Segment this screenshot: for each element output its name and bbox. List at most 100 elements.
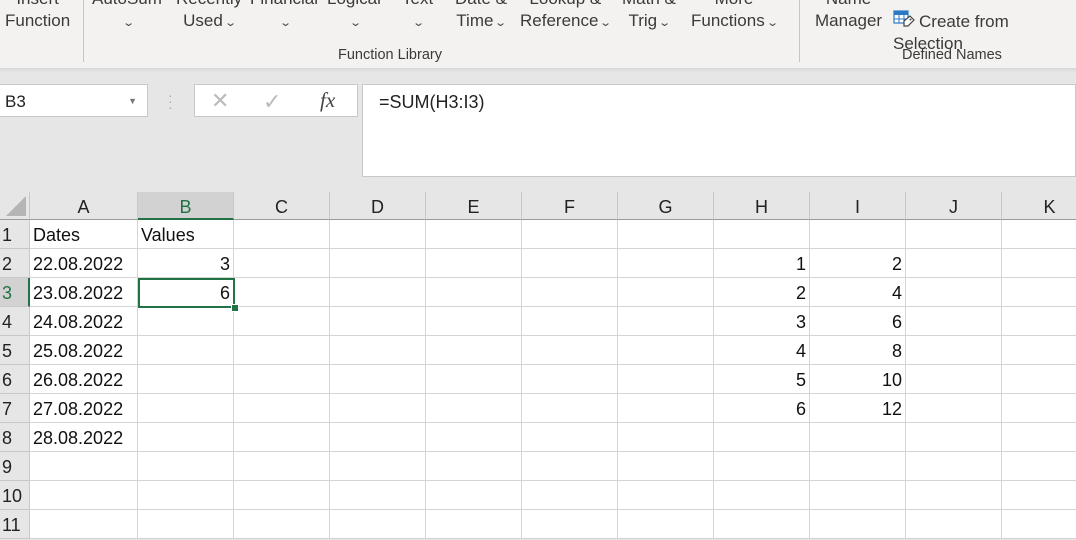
cell-j1[interactable] [906, 220, 1002, 249]
column-header-d[interactable]: D [330, 192, 426, 220]
cell-a7[interactable]: 27.08.2022 [30, 394, 138, 423]
cell-g3[interactable] [618, 278, 714, 307]
column-header-c[interactable]: C [234, 192, 330, 220]
cell-f10[interactable] [522, 481, 618, 510]
cell-f4[interactable] [522, 307, 618, 336]
cell-c9[interactable] [234, 452, 330, 481]
cell-j4[interactable] [906, 307, 1002, 336]
date-time-button[interactable]: Date & Time⌄ [455, 0, 508, 34]
cell-k6[interactable] [1002, 365, 1076, 394]
column-header-i[interactable]: I [810, 192, 906, 220]
cell-a2[interactable]: 22.08.2022 [30, 249, 138, 278]
cell-b1[interactable]: Values [138, 220, 234, 249]
cell-i4[interactable]: 6 [810, 307, 906, 336]
row-header-5[interactable]: 5 [0, 336, 30, 365]
cell-h1[interactable] [714, 220, 810, 249]
cell-j6[interactable] [906, 365, 1002, 394]
cell-c11[interactable] [234, 510, 330, 539]
row-header-7[interactable]: 7 [0, 394, 30, 423]
cell-i1[interactable] [810, 220, 906, 249]
cell-g8[interactable] [618, 423, 714, 452]
lookup-reference-button[interactable]: Lookup & Reference⌄ [520, 0, 613, 34]
formula-input[interactable]: =SUM(H3:I3) [362, 84, 1076, 177]
cell-i9[interactable] [810, 452, 906, 481]
cell-d9[interactable] [330, 452, 426, 481]
cell-i6[interactable]: 10 [810, 365, 906, 394]
cell-d10[interactable] [330, 481, 426, 510]
cell-h7[interactable]: 6 [714, 394, 810, 423]
name-box[interactable]: B3 ▼ [0, 84, 148, 117]
cell-g10[interactable] [618, 481, 714, 510]
cell-h10[interactable] [714, 481, 810, 510]
cell-d3[interactable] [330, 278, 426, 307]
cell-k9[interactable] [1002, 452, 1076, 481]
cell-j9[interactable] [906, 452, 1002, 481]
insert-function-button[interactable]: Insert Function [5, 0, 70, 32]
formula-bar-grip-icon[interactable]: · · · [168, 88, 173, 114]
cell-f8[interactable] [522, 423, 618, 452]
cell-k4[interactable] [1002, 307, 1076, 336]
cell-i7[interactable]: 12 [810, 394, 906, 423]
select-all-button[interactable] [0, 192, 30, 220]
cell-f11[interactable] [522, 510, 618, 539]
cell-i3[interactable]: 4 [810, 278, 906, 307]
cell-b4[interactable] [138, 307, 234, 336]
cell-e8[interactable] [426, 423, 522, 452]
cancel-icon[interactable]: ✕ [211, 88, 229, 114]
more-functions-button[interactable]: More Functions⌄ [691, 0, 779, 34]
cell-k1[interactable] [1002, 220, 1076, 249]
cell-e9[interactable] [426, 452, 522, 481]
cell-f1[interactable] [522, 220, 618, 249]
cell-e4[interactable] [426, 307, 522, 336]
cell-a11[interactable] [30, 510, 138, 539]
logical-button[interactable]: Logical ⌄ [327, 0, 381, 34]
cell-c5[interactable] [234, 336, 330, 365]
cell-c4[interactable] [234, 307, 330, 336]
enter-icon[interactable]: ✓ [263, 89, 281, 115]
text-button[interactable]: Text ⌄ [402, 0, 433, 34]
cell-j5[interactable] [906, 336, 1002, 365]
cell-a9[interactable] [30, 452, 138, 481]
cell-a4[interactable]: 24.08.2022 [30, 307, 138, 336]
cell-h9[interactable] [714, 452, 810, 481]
name-box-dropdown-icon[interactable]: ▼ [128, 96, 137, 106]
cell-g2[interactable] [618, 249, 714, 278]
column-header-a[interactable]: A [30, 192, 138, 220]
cell-a3[interactable]: 23.08.2022 [30, 278, 138, 307]
cell-b7[interactable] [138, 394, 234, 423]
cell-d7[interactable] [330, 394, 426, 423]
cell-g4[interactable] [618, 307, 714, 336]
name-manager-button[interactable]: Name Manager [815, 0, 882, 32]
cell-b2[interactable]: 3 [138, 249, 234, 278]
cell-a6[interactable]: 26.08.2022 [30, 365, 138, 394]
cell-g9[interactable] [618, 452, 714, 481]
cell-a10[interactable] [30, 481, 138, 510]
cell-d6[interactable] [330, 365, 426, 394]
column-header-k[interactable]: K [1002, 192, 1076, 220]
cell-h2[interactable]: 1 [714, 249, 810, 278]
cell-i10[interactable] [810, 481, 906, 510]
row-header-4[interactable]: 4 [0, 307, 30, 336]
cell-g5[interactable] [618, 336, 714, 365]
autosum-button[interactable]: AutoSum ⌄ [92, 0, 162, 34]
cell-c10[interactable] [234, 481, 330, 510]
cell-f3[interactable] [522, 278, 618, 307]
cell-h5[interactable]: 4 [714, 336, 810, 365]
cell-a8[interactable]: 28.08.2022 [30, 423, 138, 452]
cell-d2[interactable] [330, 249, 426, 278]
math-trig-button[interactable]: Math & Trig⌄ [622, 0, 676, 34]
cell-b6[interactable] [138, 365, 234, 394]
row-header-8[interactable]: 8 [0, 423, 30, 452]
cell-d8[interactable] [330, 423, 426, 452]
column-header-e[interactable]: E [426, 192, 522, 220]
cell-j11[interactable] [906, 510, 1002, 539]
row-header-10[interactable]: 10 [0, 481, 30, 510]
cell-e1[interactable] [426, 220, 522, 249]
cell-h4[interactable]: 3 [714, 307, 810, 336]
cell-f7[interactable] [522, 394, 618, 423]
financial-button[interactable]: Financial ⌄ [250, 0, 318, 34]
insert-function-icon[interactable]: fx [320, 88, 335, 113]
cell-i8[interactable] [810, 423, 906, 452]
cell-k5[interactable] [1002, 336, 1076, 365]
cell-h3[interactable]: 2 [714, 278, 810, 307]
